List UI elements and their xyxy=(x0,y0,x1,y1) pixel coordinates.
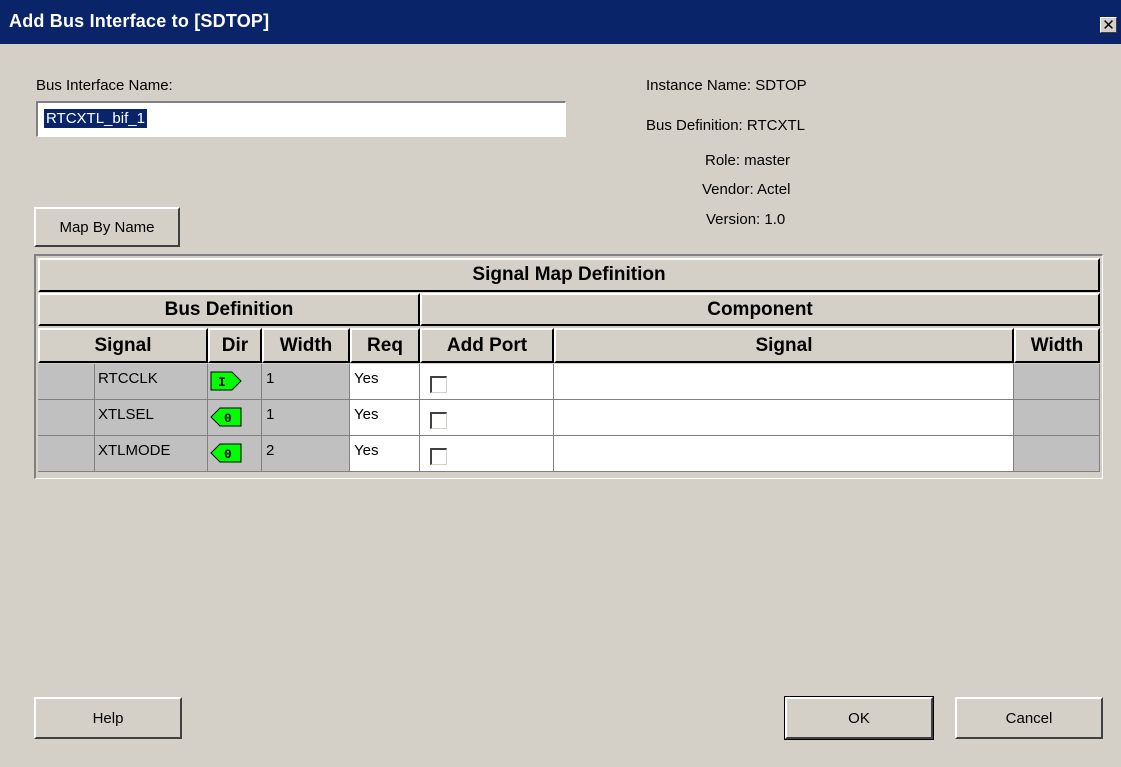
bus-definition-label: Bus Definition: RTCXTL xyxy=(646,117,805,134)
output-arrow-icon: 0 xyxy=(210,443,242,463)
version-label: Version: 1.0 xyxy=(706,211,786,228)
component-signal-cell[interactable] xyxy=(554,436,1014,472)
col-header-component-width[interactable]: Width xyxy=(1014,328,1100,363)
component-width-cell xyxy=(1014,400,1100,436)
add-port-cell xyxy=(420,400,554,436)
component-width-cell xyxy=(1014,364,1100,400)
add-port-checkbox[interactable] xyxy=(430,448,447,465)
col-header-component-signal[interactable]: Signal xyxy=(554,328,1014,363)
group-component: Component xyxy=(420,293,1100,326)
dir-value: 0 xyxy=(224,447,232,462)
col-header-req[interactable]: Req xyxy=(350,328,420,363)
bus-interface-name-label: Bus Interface Name: xyxy=(36,77,173,94)
signal-map-title: Signal Map Definition xyxy=(38,258,1100,292)
col-header-dir[interactable]: Dir xyxy=(208,328,262,363)
help-button[interactable]: Help xyxy=(34,697,182,739)
input-arrow-icon: I xyxy=(210,371,242,391)
row-selector[interactable] xyxy=(38,400,95,436)
instance-name-label: Instance Name: SDTOP xyxy=(646,77,807,94)
add-port-cell xyxy=(420,436,554,472)
col-header-width[interactable]: Width xyxy=(262,328,350,363)
width-cell: 1 xyxy=(262,400,350,436)
signal-cell: XTLMODE xyxy=(95,436,208,472)
dir-cell: I xyxy=(208,364,262,400)
req-cell: Yes xyxy=(350,364,420,400)
bus-interface-name-value[interactable]: RTCXTL_bif_1 xyxy=(44,109,147,128)
map-by-name-button[interactable]: Map By Name xyxy=(34,207,180,247)
row-selector[interactable] xyxy=(38,436,95,472)
dir-cell: 0 xyxy=(208,400,262,436)
vendor-label: Vendor: Actel xyxy=(702,181,791,198)
col-header-signal[interactable]: Signal xyxy=(38,328,208,363)
req-cell: Yes xyxy=(350,436,420,472)
row-selector[interactable] xyxy=(38,364,95,400)
col-header-add-port[interactable]: Add Port xyxy=(420,328,554,363)
bus-interface-name-field[interactable]: RTCXTL_bif_1 xyxy=(36,101,566,137)
dir-value: 0 xyxy=(224,411,232,426)
add-port-checkbox[interactable] xyxy=(430,376,447,393)
dialog-title-bar: Add Bus Interface to [SDTOP] ✕ xyxy=(0,0,1121,44)
component-signal-cell[interactable] xyxy=(554,400,1014,436)
role-label: Role: master xyxy=(705,152,791,169)
close-button[interactable]: ✕ xyxy=(1100,17,1117,33)
component-width-cell xyxy=(1014,436,1100,472)
add-port-checkbox[interactable] xyxy=(430,412,447,429)
width-cell: 2 xyxy=(262,436,350,472)
signal-cell: RTCCLK xyxy=(95,364,208,400)
group-bus-definition: Bus Definition xyxy=(38,293,420,326)
close-icon: ✕ xyxy=(1102,17,1115,34)
req-cell: Yes xyxy=(350,400,420,436)
output-arrow-icon: 0 xyxy=(210,407,242,427)
width-cell: 1 xyxy=(262,364,350,400)
cancel-button[interactable]: Cancel xyxy=(955,697,1103,739)
dialog-title: Add Bus Interface to [SDTOP] xyxy=(9,11,270,31)
dir-cell: 0 xyxy=(208,436,262,472)
signal-map-grid: Signal Map Definition Bus Definition Com… xyxy=(34,254,1103,479)
signal-cell: XTLSEL xyxy=(95,400,208,436)
dir-value: I xyxy=(218,375,226,390)
component-signal-cell[interactable] xyxy=(554,364,1014,400)
add-port-cell xyxy=(420,364,554,400)
ok-button[interactable]: OK xyxy=(784,696,934,740)
